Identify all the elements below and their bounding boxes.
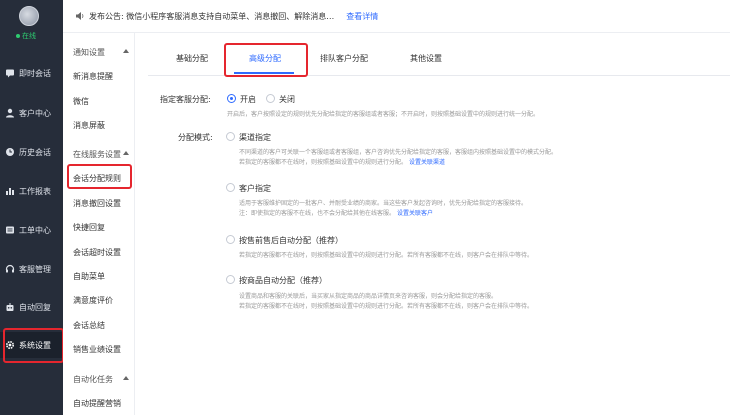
- mode-desc-presale-aftersale-1: 若指定的客服都不在线时，则按照基础设置中的规则进行分配。若所有客服都不在线，则客…: [239, 252, 534, 259]
- link-associate-channel[interactable]: 设置关联渠道: [409, 159, 445, 166]
- caret-up-icon: [123, 49, 129, 53]
- link-associate-customer[interactable]: 设置关联客户: [397, 210, 433, 217]
- mode-title-presale-aftersale[interactable]: 按售前售后自动分配（推荐）: [239, 235, 343, 246]
- settings-highlight: [3, 328, 64, 363]
- submenu-item-sales-performance[interactable]: 销售业绩设置: [63, 338, 135, 360]
- designated-agent-description: 开启后，客户按照设定的规则优先分配给指定的客服组或者客服；不开启时，则按照基础设…: [227, 111, 540, 118]
- submenu-item-auto-reminder[interactable]: 自动提醒营销: [63, 392, 135, 414]
- caret-up-icon: [123, 151, 129, 155]
- assignment-mode-label: 分配模式:: [178, 133, 213, 142]
- submenu-item-timeout[interactable]: 会话超时设置: [63, 241, 135, 263]
- announcement-text: 发布公告: 微信小程序客服消息支持自动菜单、消息撤回、解除消息…: [89, 11, 335, 21]
- radio-off-label[interactable]: 关闭: [279, 94, 295, 105]
- mode-desc-customer-2: 注：即使指定的客服不在线，也不会分配给其他在线客服。 设置关联客户: [239, 210, 433, 217]
- submenu-item-new-message-alert[interactable]: 新消息提醒: [63, 65, 135, 87]
- submenu-group-automation[interactable]: 自动化任务: [63, 368, 135, 390]
- mode-desc-channel-1: 不同渠道的客户可关联一个客服组或者客服组，客户咨询优先分配给指定的客服，客服组内…: [239, 149, 558, 156]
- nav-item-history[interactable]: 历史会话: [0, 139, 63, 165]
- radio-presale-aftersale[interactable]: [226, 235, 235, 244]
- tab-highlight: [224, 43, 308, 77]
- clock-icon: [5, 147, 15, 157]
- chat-icon: [5, 68, 15, 78]
- radio-on-label[interactable]: 开启: [240, 94, 256, 105]
- app-window: 在线 即时会话 客户中心 历史会话 工作报表 工单中心 客服管理 自动回复 系统…: [0, 0, 730, 415]
- submenu-item-summary[interactable]: 会话总结: [63, 314, 135, 336]
- announcement-details-link[interactable]: 查看详情: [346, 11, 378, 22]
- radio-product[interactable]: [226, 275, 235, 284]
- mode-title-channel[interactable]: 渠道指定: [239, 132, 271, 143]
- submenu-item-message-block[interactable]: 消息屏蔽: [63, 114, 135, 136]
- submenu-highlight: [67, 164, 132, 189]
- user-icon: [5, 108, 15, 118]
- robot-icon: [5, 302, 15, 312]
- mode-title-customer[interactable]: 客户指定: [239, 183, 271, 194]
- announcement-bar: 发布公告: 微信小程序客服消息支持自动菜单、消息撤回、解除消息… 查看详情: [63, 0, 730, 33]
- tab-other[interactable]: 其他设置: [410, 40, 442, 76]
- mode-desc-customer-1: 适用于客服维护固定的一批客户、并耐受业绩的商家。当这些客户发起咨询时，优先分配给…: [239, 200, 528, 207]
- submenu-item-quick-reply[interactable]: 快捷回复: [63, 216, 135, 238]
- settings-submenu: 通知设置 新消息提醒 微信 消息屏蔽 在线服务设置 会话分配规则 消息撤回设置 …: [63, 33, 135, 415]
- nav-item-reports[interactable]: 工作报表: [0, 178, 63, 204]
- nav-item-customers[interactable]: 客户中心: [0, 100, 63, 126]
- tab-basic[interactable]: 基础分配: [176, 40, 208, 76]
- submenu-item-satisfaction[interactable]: 满意度评价: [63, 289, 135, 311]
- headset-icon: [5, 264, 15, 274]
- avatar[interactable]: [19, 6, 39, 26]
- radio-on[interactable]: [227, 94, 236, 103]
- radio-off[interactable]: [266, 94, 275, 103]
- speaker-icon: [75, 11, 85, 21]
- nav-item-tickets[interactable]: 工单中心: [0, 217, 63, 243]
- bar-chart-icon: [5, 186, 15, 196]
- mode-desc-product-1: 设置商品和客服的关联后，当买家从指定商品的商品详情页来咨询客服，则会分配给指定的…: [239, 293, 498, 300]
- radio-customer[interactable]: [226, 183, 235, 192]
- nav-item-auto-reply[interactable]: 自动回复: [0, 294, 63, 320]
- submenu-item-self-service-menu[interactable]: 自助菜单: [63, 265, 135, 287]
- submenu-group-online-service[interactable]: 在线服务设置: [63, 143, 135, 165]
- online-status: 在线: [16, 31, 36, 41]
- mode-title-product[interactable]: 按商品自动分配（推荐）: [239, 275, 327, 286]
- designated-agent-label: 指定客服分配:: [160, 95, 211, 104]
- tab-queue[interactable]: 排队客户分配: [320, 40, 368, 76]
- mode-desc-product-2: 若指定的客服都不在线时，则按照基础设置中的规则进行分配。若所有客服都不在线，则客…: [239, 303, 534, 310]
- nav-item-agents[interactable]: 客服管理: [0, 256, 63, 282]
- caret-up-icon: [123, 376, 129, 380]
- ticket-icon: [5, 225, 15, 235]
- submenu-group-notification[interactable]: 通知设置: [63, 41, 135, 63]
- submenu-item-wechat[interactable]: 微信: [63, 90, 135, 112]
- radio-channel[interactable]: [226, 132, 235, 141]
- nav-item-chat[interactable]: 即时会话: [0, 60, 63, 86]
- mode-desc-channel-2: 若指定的客服都不在线时，则按照基础设置中的规则进行分配。 设置关联渠道: [239, 159, 445, 166]
- submenu-item-recall-settings[interactable]: 消息撤回设置: [63, 192, 135, 214]
